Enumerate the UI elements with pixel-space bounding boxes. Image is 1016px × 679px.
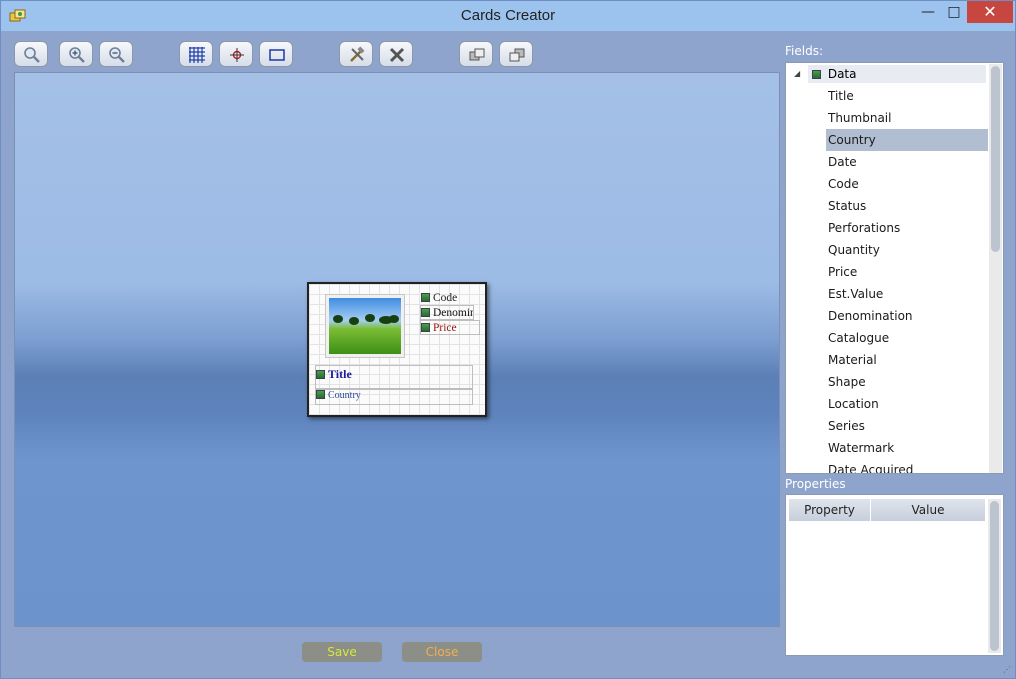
bring-front-icon <box>469 48 485 61</box>
close-window-button[interactable]: ✕ <box>967 1 1013 23</box>
fields-label: Fields: <box>785 44 823 58</box>
collapse-arrow-icon[interactable]: ◢ <box>794 65 800 83</box>
card-thumbnail[interactable] <box>325 294 405 358</box>
tree-item[interactable]: Denomination <box>826 305 988 327</box>
properties-grid[interactable]: Property Value <box>785 494 1004 656</box>
fields-tree[interactable]: ◢ Data Title Thumbnail Country Date Code Stat… <box>785 62 1004 474</box>
title-bar: Cards Creator — □ ✕ <box>1 1 1015 31</box>
snap-button[interactable] <box>219 41 253 67</box>
grid-icon <box>189 47 205 63</box>
crosshair-icon <box>230 48 244 62</box>
zoom-in-button[interactable] <box>59 41 93 67</box>
send-back-icon <box>509 48 525 62</box>
tree-item[interactable]: Thumbnail <box>826 107 988 129</box>
zoom-out-icon <box>109 47 125 63</box>
tree-item[interactable]: Date <box>826 151 988 173</box>
zoom-in-icon <box>69 47 85 63</box>
fields-scrollbar-thumb[interactable] <box>991 66 1000 252</box>
app-window: Cards Creator — □ ✕ Code Denomin Price T… <box>0 0 1016 679</box>
card-preview[interactable]: Code Denomination Price Title Country <box>307 282 487 417</box>
card-field-code[interactable]: Code <box>421 291 477 305</box>
zoom-fit-icon <box>24 47 40 63</box>
card-field-price[interactable]: Price <box>421 321 477 335</box>
tree-item[interactable]: Quantity <box>826 239 988 261</box>
tools-button[interactable] <box>339 41 373 67</box>
tree-item[interactable]: Title <box>826 85 988 107</box>
properties-header: Property Value <box>789 499 985 521</box>
window-title: Cards Creator <box>460 7 556 24</box>
card-field-country[interactable]: Country <box>316 389 466 403</box>
properties-scrollbar[interactable] <box>988 499 1001 653</box>
properties-label: Properties <box>785 477 846 491</box>
table-icon <box>812 70 821 79</box>
tree-item[interactable]: Location <box>826 393 988 415</box>
delete-button[interactable] <box>379 41 413 67</box>
column-header-value[interactable]: Value <box>871 499 985 521</box>
rectangle-button[interactable] <box>259 41 293 67</box>
toolbar <box>13 41 783 69</box>
field-icon <box>316 390 325 399</box>
field-icon <box>316 370 325 379</box>
minimize-button[interactable]: — <box>915 1 941 23</box>
design-canvas[interactable]: Code Denomination Price Title Country <box>14 72 780 627</box>
field-icon <box>421 308 430 317</box>
tree-item[interactable]: Watermark <box>826 437 988 459</box>
tree-item[interactable]: Date Acquired <box>826 459 988 473</box>
maximize-button[interactable]: □ <box>941 1 967 23</box>
tree-item[interactable]: Price <box>826 261 988 283</box>
close-button[interactable]: Close <box>402 642 482 662</box>
card-field-denomination[interactable]: Denomination <box>421 306 473 320</box>
tree-item[interactable]: Perforations <box>826 217 988 239</box>
zoom-out-button[interactable] <box>99 41 133 67</box>
tree-item[interactable]: Material <box>826 349 988 371</box>
landscape-image <box>329 298 401 354</box>
rectangle-icon <box>269 49 285 61</box>
tools-icon <box>350 46 365 62</box>
tree-root-label: Data <box>827 67 857 81</box>
tree-item[interactable]: Code <box>826 173 988 195</box>
zoom-fit-button[interactable] <box>14 41 48 67</box>
bring-front-button[interactable] <box>459 41 493 67</box>
field-icon <box>421 293 430 302</box>
card-field-title[interactable]: Title <box>316 367 466 381</box>
tree-item[interactable]: Status <box>826 195 988 217</box>
save-button[interactable]: Save <box>302 642 382 662</box>
tree-item[interactable]: Series <box>826 415 988 437</box>
fields-scrollbar[interactable] <box>989 64 1002 473</box>
field-icon <box>421 323 430 332</box>
tree-item[interactable]: Shape <box>826 371 988 393</box>
properties-scrollbar-thumb[interactable] <box>990 501 999 651</box>
column-header-property[interactable]: Property <box>789 499 871 521</box>
tree-item[interactable]: Country <box>826 129 988 151</box>
tree-item[interactable]: Catalogue <box>826 327 988 349</box>
resize-grip-icon[interactable]: ⋰ <box>1003 666 1011 674</box>
send-back-button[interactable] <box>499 41 533 67</box>
grid-button[interactable] <box>179 41 213 67</box>
delete-icon <box>389 47 405 63</box>
tree-root-data[interactable]: ◢ Data <box>794 65 986 83</box>
tree-item[interactable]: Est.Value <box>826 283 988 305</box>
